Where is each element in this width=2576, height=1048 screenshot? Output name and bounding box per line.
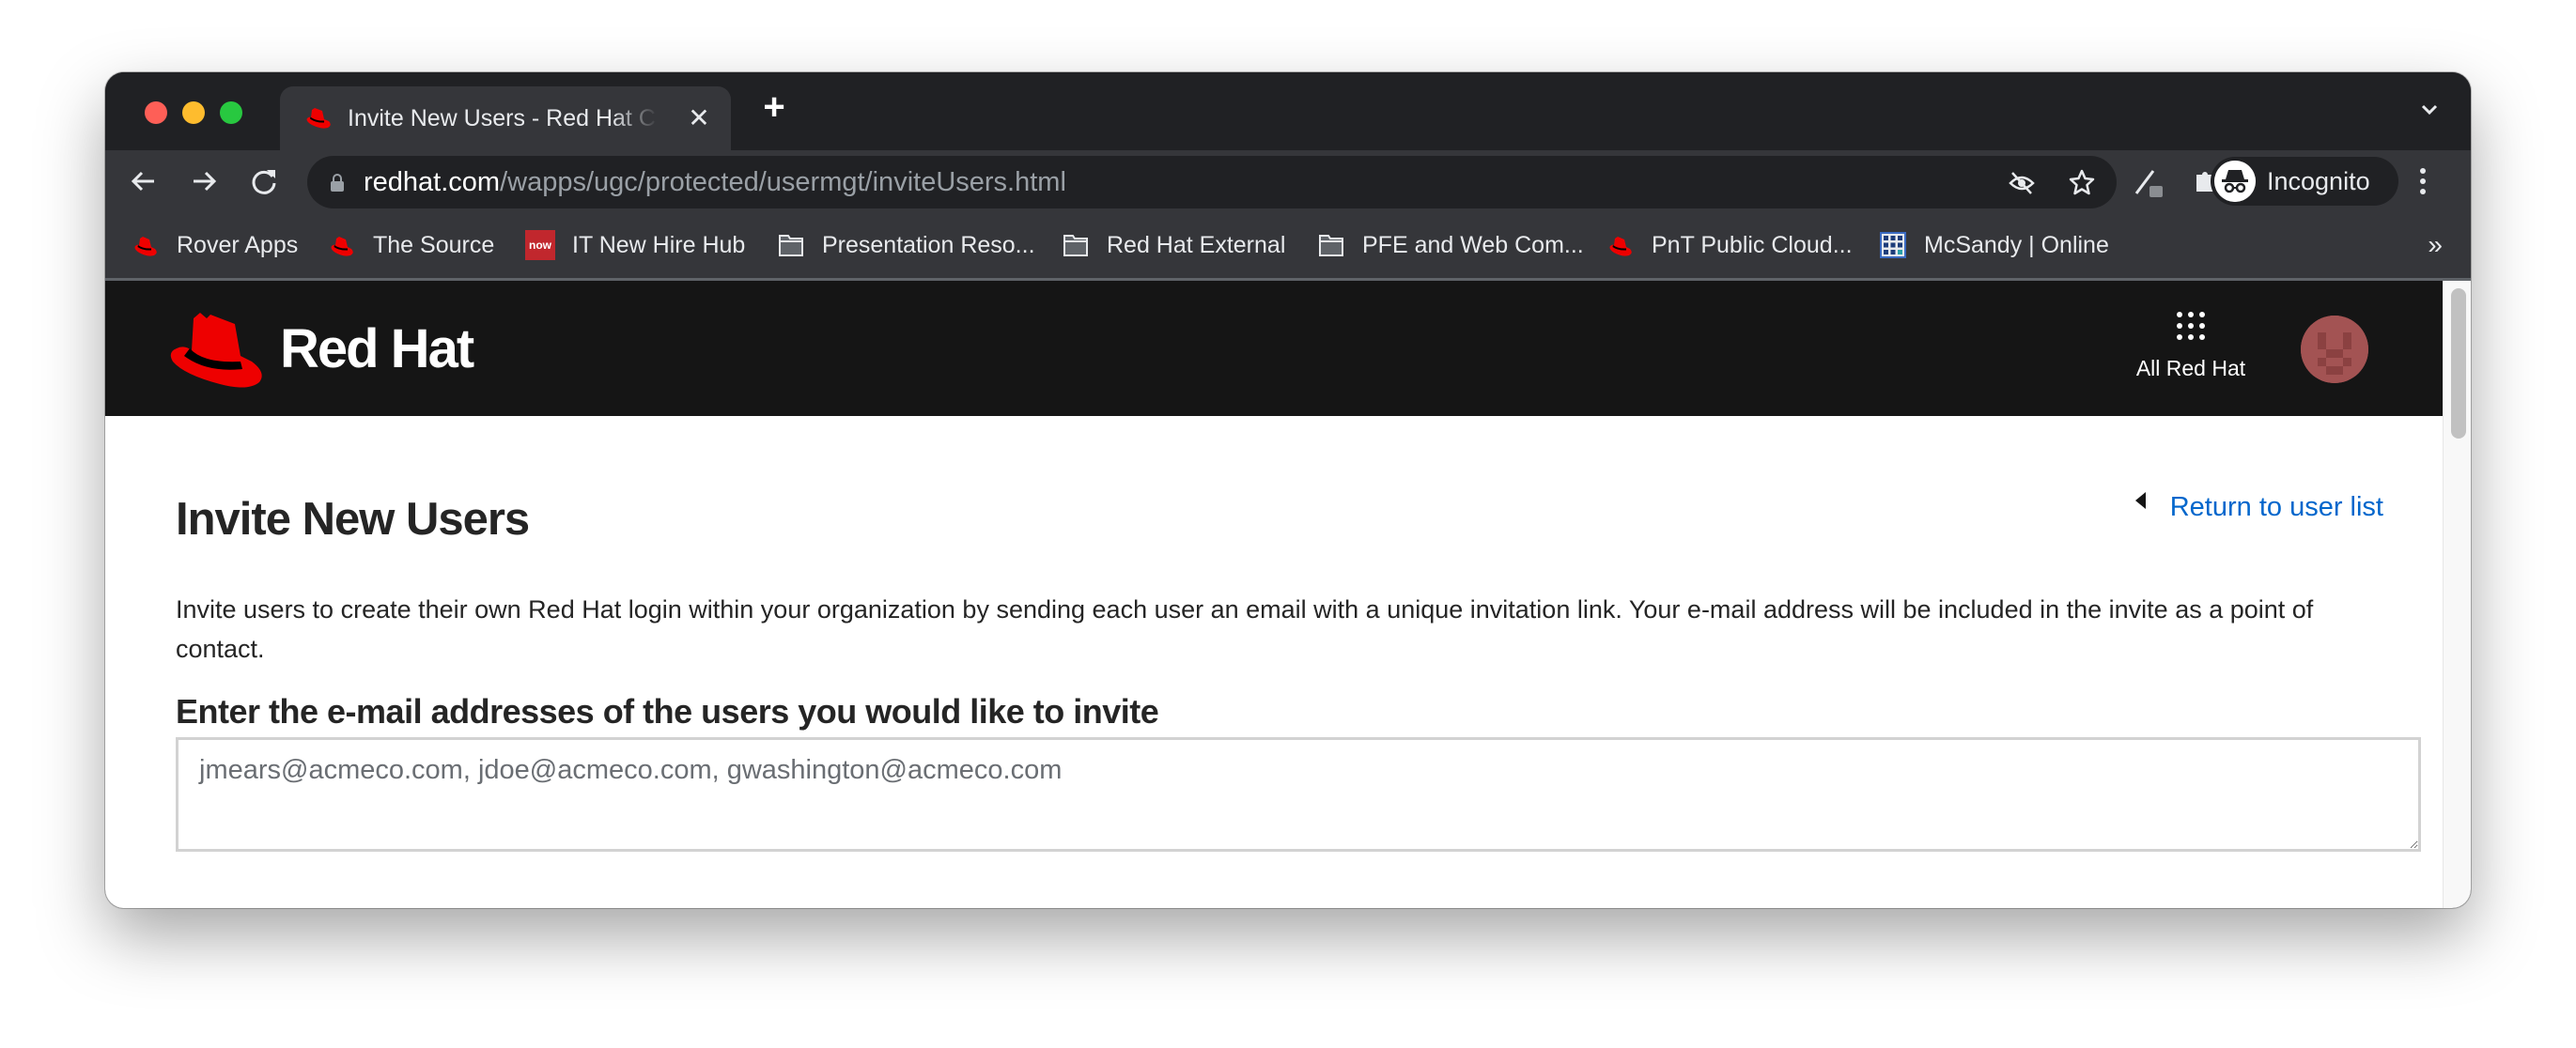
browser-toolbar: redhat.com/wapps/ugc/protected/usermgt/i… (105, 150, 2471, 212)
folder-icon (1319, 235, 1343, 256)
browser-tab-active[interactable]: Invite New Users - Red Hat Customer Port… (280, 86, 731, 150)
bookmark-label: PnT Public Cloud... (1652, 231, 1853, 258)
bookmark-star-icon[interactable] (2068, 168, 2096, 196)
site-header: Red Hat All Red Hat (105, 281, 2443, 416)
browser-menu-kebab-icon[interactable] (2418, 165, 2428, 197)
brand-wordmark[interactable]: Red Hat (280, 316, 474, 382)
tab-close-icon[interactable]: ✕ (686, 105, 712, 131)
page-title: Invite New Users (176, 494, 530, 545)
redhat-hat-icon (331, 237, 353, 256)
reload-icon[interactable] (248, 165, 280, 197)
url-host: redhat.com (364, 167, 501, 197)
forward-arrow-icon[interactable] (188, 165, 220, 197)
emails-field-label: Enter the e-mail addresses of the users … (176, 692, 1159, 731)
bookmark-label: PFE and Web Com... (1362, 231, 1584, 258)
url-text[interactable]: redhat.com/wapps/ugc/protected/usermgt/i… (364, 168, 1066, 196)
bookmark-pnt-public-cloud[interactable]: PnT Public Cloud... (1606, 229, 1853, 261)
all-red-hat-label: All Red Hat (2135, 356, 2246, 380)
bookmark-label: The Source (373, 231, 495, 258)
profile-incognito-button[interactable]: Incognito (2211, 157, 2398, 206)
tab-search-chevron-icon[interactable] (2416, 97, 2443, 123)
bookmark-the-source[interactable]: The Source (328, 229, 494, 261)
servicenow-icon: now (525, 230, 555, 260)
bookmark-it-new-hire-hub[interactable]: now IT New Hire Hub (525, 229, 745, 261)
scrollbar-thumb[interactable] (2451, 288, 2466, 439)
folder-icon (779, 235, 803, 256)
page-description: Invite users to create their own Red Hat… (176, 595, 2314, 663)
redhat-hat-icon (306, 108, 331, 129)
redhat-hat-icon (1609, 237, 1632, 256)
bookmark-mcsandy-online[interactable]: McSandy | Online (1879, 229, 2109, 261)
bookmarks-bar: Rover Apps The Source now IT New Hire Hu… (105, 212, 2471, 281)
incognito-icon (2214, 161, 2256, 202)
window-zoom-button[interactable] (220, 101, 242, 124)
new-tab-button[interactable]: + (757, 88, 791, 126)
address-bar[interactable]: redhat.com/wapps/ugc/protected/usermgt/i… (307, 156, 2117, 208)
user-avatar[interactable] (2301, 316, 2368, 383)
window-close-button[interactable] (145, 101, 167, 124)
window-minimize-button[interactable] (182, 101, 205, 124)
browser-window: Invite New Users - Red Hat Customer Port… (105, 72, 2471, 908)
app-grid-icon (2177, 312, 2205, 340)
tab-strip: Invite New Users - Red Hat Customer Port… (105, 72, 2471, 150)
bookmark-label: Presentation Reso... (822, 231, 1035, 258)
third-party-cookies-blocked-eye-icon[interactable] (2008, 169, 2036, 197)
emails-textarea[interactable] (176, 737, 2421, 852)
return-to-user-list-link[interactable]: Return to user list (2134, 491, 2383, 523)
web-page: Red Hat All Red Hat Invite New Users Ret… (105, 281, 2443, 908)
profile-label: Incognito (2267, 167, 2370, 195)
bookmark-label: Rover Apps (177, 231, 299, 258)
all-red-hat-menu-button[interactable]: All Red Hat (2134, 309, 2247, 381)
url-path: /wapps/ugc/protected/usermgt/inviteUsers… (500, 167, 1066, 197)
lock-icon[interactable] (330, 173, 345, 192)
redhat-hat-icon (134, 237, 157, 256)
back-arrow-icon[interactable] (128, 165, 160, 197)
bookmark-label: Red Hat External (1107, 231, 1286, 258)
bookmark-label: McSandy | Online (1924, 231, 2109, 258)
caret-left-icon (2134, 492, 2146, 509)
bookmark-red-hat-external[interactable]: Red Hat External (1062, 229, 1285, 261)
bookmark-presentation-resources[interactable]: Presentation Reso... (777, 229, 1035, 261)
extension-pen-icon[interactable] (2133, 165, 2165, 197)
folder-icon (1063, 235, 1088, 256)
page-scrollbar[interactable] (2443, 281, 2471, 908)
redhat-logo-icon[interactable] (165, 307, 269, 390)
bookmark-label: IT New Hire Hub (572, 231, 746, 258)
bookmark-rover-apps[interactable]: Rover Apps (132, 229, 298, 261)
bookmarks-overflow-button[interactable]: » (2428, 229, 2443, 261)
return-link-label: Return to user list (2169, 492, 2383, 522)
building-grid-icon (1880, 232, 1906, 258)
bookmark-pfe-and-web-com[interactable]: PFE and Web Com... (1317, 229, 1584, 261)
tab-title: Invite New Users - Red Hat Customer Port… (348, 105, 658, 131)
